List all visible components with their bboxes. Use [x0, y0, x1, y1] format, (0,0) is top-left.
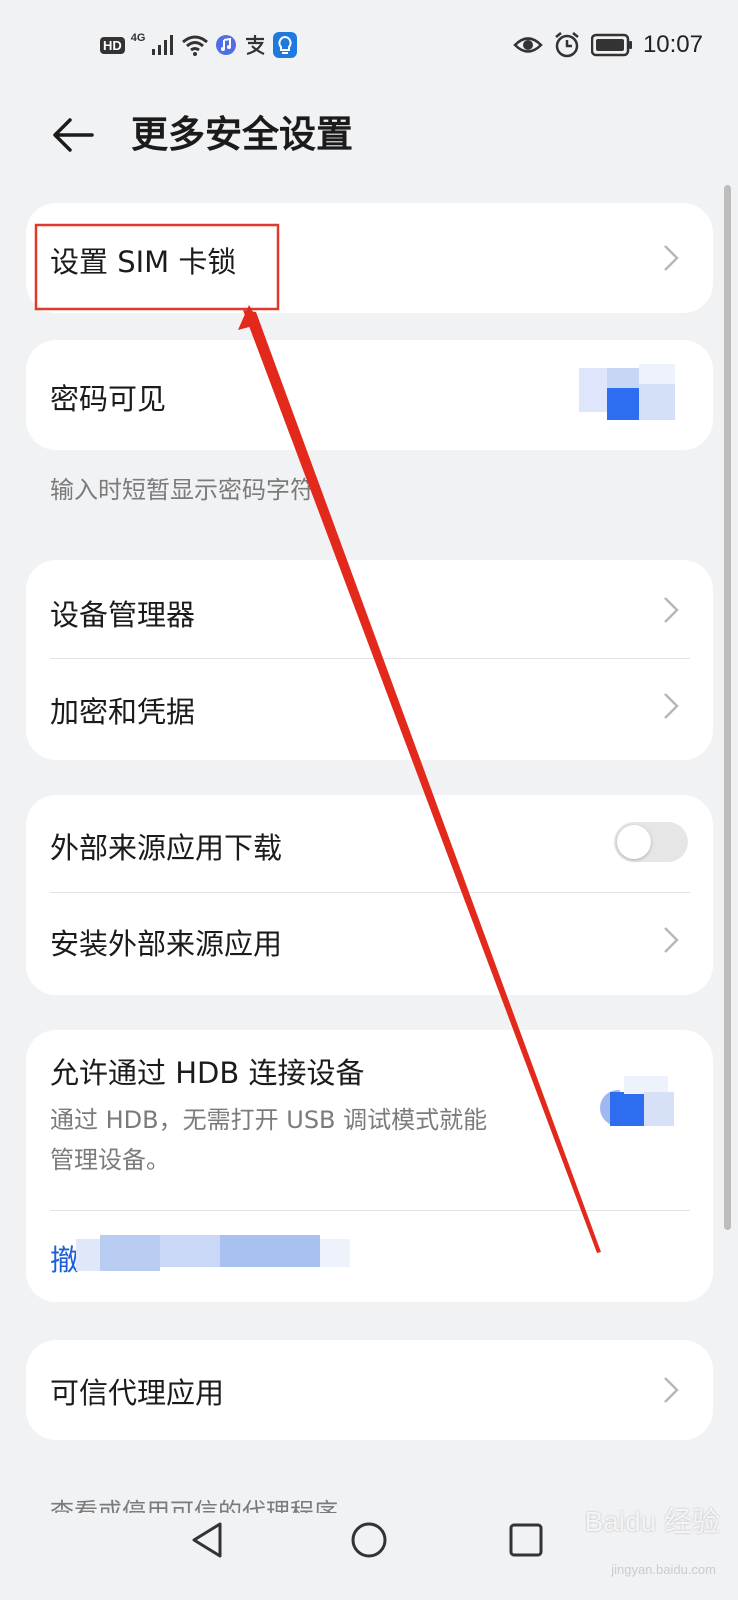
alipay-icon — [246, 35, 265, 56]
install-external-label: 安装外部来源应用 — [50, 927, 283, 961]
hdb-revoke-label: 撤 — [50, 1243, 80, 1277]
external-download-label: 外部来源应用下载 — [50, 831, 283, 865]
device-security-card: 设备管理器 加密和凭据 — [26, 560, 713, 760]
chevron-right-icon — [664, 693, 679, 719]
external-sources-card: 外部来源应用下载 安装外部来源应用 — [26, 795, 713, 995]
baidu-watermark-url: jingyan.baidu.com — [611, 1562, 716, 1577]
sim-lock-card: 设置 SIM 卡锁 — [26, 203, 713, 313]
page-header: 更多安全设置 — [0, 95, 738, 175]
hdb-description-line1: 通过 HDB，无需打开 USB 调试模式就能 — [50, 1106, 488, 1134]
external-download-row[interactable]: 外部来源应用下载 — [26, 795, 713, 893]
hdb-toggle[interactable] — [600, 1076, 700, 1136]
scrollbar[interactable] — [724, 185, 731, 1230]
external-download-toggle[interactable] — [614, 822, 688, 862]
trusted-agents-label: 可信代理应用 — [50, 1376, 225, 1410]
signal-icon — [152, 35, 174, 55]
bulb-icon — [273, 32, 298, 58]
home-nav-icon[interactable] — [339, 1510, 399, 1570]
trusted-agents-row[interactable]: 可信代理应用 — [26, 1340, 713, 1440]
chevron-right-icon — [664, 927, 679, 953]
back-nav-icon[interactable] — [180, 1510, 240, 1570]
network-type: 4G — [130, 32, 146, 44]
baidu-watermark: Baidu 经验 — [584, 1506, 720, 1537]
credentials-label: 加密和凭据 — [50, 695, 196, 729]
alarm-icon — [555, 32, 579, 58]
device-manager-row[interactable]: 设备管理器 — [26, 560, 713, 658]
status-right: 10:07 — [513, 28, 703, 62]
chevron-right-icon — [664, 597, 679, 623]
wifi-icon — [182, 35, 209, 56]
chevron-right-icon — [664, 1377, 679, 1403]
eye-icon — [513, 37, 543, 53]
sim-lock-row[interactable]: 设置 SIM 卡锁 — [26, 203, 713, 313]
hdb-label: 允许通过 HDB 连接设备 — [50, 1056, 365, 1090]
redacted-text — [76, 1235, 356, 1271]
password-visible-row[interactable]: 密码可见 — [26, 340, 713, 450]
install-external-row[interactable]: 安装外部来源应用 — [26, 893, 713, 993]
status-bar: HD 4G 10:07 — [0, 0, 738, 90]
battery-icon — [590, 33, 632, 57]
page-title: 更多安全设置 — [131, 113, 353, 156]
hdb-row[interactable]: 允许通过 HDB 连接设备 通过 HDB，无需打开 USB 调试模式就能 管理设… — [26, 1030, 713, 1210]
hdb-card: 允许通过 HDB 连接设备 通过 HDB，无需打开 USB 调试模式就能 管理设… — [26, 1030, 713, 1302]
recents-nav-icon[interactable] — [496, 1510, 556, 1570]
chevron-right-icon — [664, 245, 679, 271]
trusted-agents-card: 可信代理应用 — [26, 1340, 713, 1440]
toggle-knob — [617, 825, 651, 859]
device-manager-label: 设备管理器 — [50, 598, 196, 632]
hdb-revoke-row[interactable]: 撤 — [26, 1211, 713, 1301]
clock-time: 10:07 — [642, 31, 703, 58]
password-visible-label: 密码可见 — [50, 382, 167, 416]
password-visible-card: 密码可见 — [26, 340, 713, 450]
password-visible-toggle[interactable] — [579, 360, 699, 430]
hdb-description-line2: 管理设备。 — [50, 1146, 170, 1174]
password-visible-caption: 输入时短暂显示密码字符 — [50, 476, 314, 504]
credentials-row[interactable]: 加密和凭据 — [26, 659, 713, 759]
status-left: HD 4G — [100, 30, 298, 60]
back-arrow-icon[interactable] — [48, 109, 100, 161]
hd-icon: HD — [100, 36, 125, 54]
music-icon — [216, 35, 237, 55]
sim-lock-label: 设置 SIM 卡锁 — [50, 245, 237, 279]
